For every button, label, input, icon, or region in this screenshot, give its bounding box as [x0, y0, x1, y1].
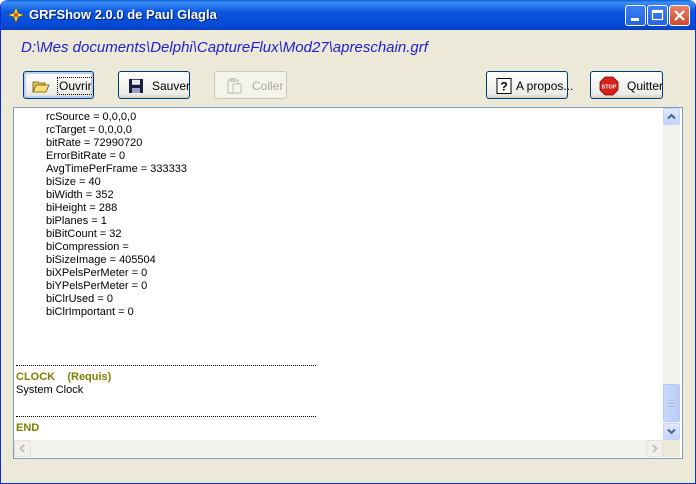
section-separator: [16, 365, 316, 366]
close-button[interactable]: [669, 5, 690, 26]
app-window: GRFShow 2.0.0 de Paul Glagla D:\Mes docu…: [0, 0, 696, 484]
scroll-right-button[interactable]: [646, 440, 663, 457]
vertical-scrollbar[interactable]: [663, 108, 680, 440]
property-line: biSize = 40: [46, 176, 101, 188]
property-line: ErrorBitRate = 0: [46, 150, 126, 162]
floppy-disk-icon: [129, 79, 143, 93]
minimize-button[interactable]: [625, 5, 646, 26]
stop-sign-icon: STOP: [599, 76, 619, 96]
minimize-icon: [631, 18, 639, 21]
app-icon: [7, 6, 25, 24]
about-button-label: A propos...: [516, 79, 574, 93]
section-separator: [16, 416, 316, 417]
save-button-label: Sauver: [152, 79, 191, 93]
property-line: biCompression =: [46, 241, 129, 253]
close-icon: [674, 10, 685, 21]
clock-section-header: CLOCK (Requis): [16, 371, 112, 383]
grip-icon: [668, 398, 675, 407]
property-line: biWidth = 352: [46, 189, 114, 201]
open-button-label: Ouvrir: [57, 77, 94, 95]
property-line: AvgTimePerFrame = 333333: [46, 163, 187, 175]
open-button[interactable]: Ouvrir: [23, 71, 94, 99]
chevron-down-icon: [667, 428, 676, 435]
property-line: biBitCount = 32: [46, 228, 122, 240]
svg-text:STOP: STOP: [602, 85, 617, 91]
property-line: biXPelsPerMeter = 0: [46, 267, 148, 279]
chevron-up-icon: [667, 113, 676, 120]
vertical-scroll-thumb[interactable]: [663, 384, 680, 422]
memo-text-area[interactable]: rcSource = 0,0,0,0 rcTarget = 0,0,0,0 bi…: [14, 108, 662, 440]
quit-button[interactable]: STOP Quitter: [590, 71, 663, 99]
chevron-right-icon: [652, 444, 658, 453]
filter-info-memo[interactable]: rcSource = 0,0,0,0 rcTarget = 0,0,0,0 bi…: [13, 107, 683, 459]
about-button[interactable]: ? A propos...: [486, 71, 573, 99]
window-title: GRFShow 2.0.0 de Paul Glagla: [29, 7, 217, 22]
quit-button-label: Quitter: [627, 79, 664, 93]
property-line: biPlanes = 1: [46, 215, 107, 227]
property-line: biClrImportant = 0: [46, 306, 134, 318]
maximize-button[interactable]: [647, 5, 668, 26]
property-line: rcSource = 0,0,0,0: [46, 111, 137, 123]
scrollbar-corner: [663, 440, 680, 457]
property-line: biHeight = 288: [46, 202, 118, 214]
scroll-left-button[interactable]: [14, 440, 31, 457]
open-folder-icon: [32, 81, 50, 93]
help-question-icon: ?: [496, 78, 512, 94]
svg-text:?: ?: [500, 80, 507, 94]
maximize-icon: [651, 9, 664, 21]
file-path-label: D:\Mes documents\Delphi\CaptureFlux\Mod2…: [21, 39, 428, 56]
property-line: biSizeImage = 405504: [46, 254, 156, 266]
end-marker: END: [16, 422, 40, 434]
paste-button[interactable]: Coller: [214, 71, 287, 99]
scroll-down-button[interactable]: [663, 423, 680, 440]
title-bar[interactable]: GRFShow 2.0.0 de Paul Glagla: [1, 0, 695, 30]
property-line: bitRate = 72990720: [46, 137, 143, 149]
property-line: biYPelsPerMeter = 0: [46, 280, 148, 292]
paste-button-label: Coller: [252, 79, 284, 93]
clipboard-icon: [227, 78, 242, 94]
property-line: biClrUsed = 0: [46, 293, 113, 305]
scroll-up-button[interactable]: [663, 108, 680, 125]
clock-name: System Clock: [16, 384, 84, 396]
chevron-left-icon: [19, 444, 25, 453]
property-line: rcTarget = 0,0,0,0: [46, 124, 132, 136]
horizontal-scrollbar[interactable]: [14, 440, 663, 457]
save-button[interactable]: Sauver: [118, 71, 190, 99]
